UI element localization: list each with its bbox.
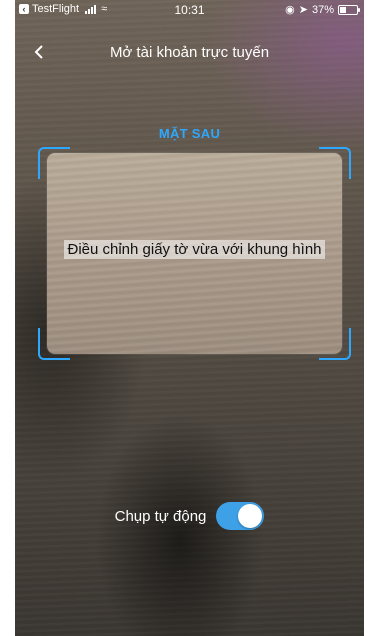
- page-title: Mở tài khoản trực tuyến: [109, 44, 270, 61]
- status-right: ◉ ➤ 37%: [285, 3, 360, 16]
- battery-percent: 37%: [311, 3, 334, 16]
- frame-corner-bottom-right: [319, 328, 351, 360]
- location-icon: ➤: [298, 4, 308, 16]
- frame-corner-bottom-left: [38, 328, 70, 360]
- hint-container: Điều chỉnh giấy tờ vừa với khung hình: [38, 240, 351, 259]
- battery-icon: [338, 4, 360, 15]
- frame-corner-top-left: [38, 147, 70, 179]
- nav-bar: Mở tài khoản trực tuyến: [15, 32, 364, 72]
- auto-capture-row: Chụp tự động: [15, 502, 364, 530]
- auto-capture-toggle[interactable]: [216, 502, 265, 530]
- toggle-knob: [238, 504, 263, 528]
- document-frame: Điều chỉnh giấy tờ vừa với khung hình: [38, 147, 351, 360]
- orientation-lock-icon: ◉: [285, 4, 295, 16]
- frame-corner-top-right: [319, 147, 351, 179]
- status-bar: ‹ TestFlight ≈ 10:31 ◉ ➤ 37%: [15, 0, 364, 20]
- auto-capture-label: Chụp tự động: [114, 507, 207, 525]
- alignment-hint: Điều chỉnh giấy tờ vừa với khung hình: [64, 240, 325, 259]
- document-side-label: MẶT SAU: [158, 126, 221, 141]
- camera-screen: ‹ TestFlight ≈ 10:31 ◉ ➤ 37% Mở tài khoả…: [15, 0, 364, 636]
